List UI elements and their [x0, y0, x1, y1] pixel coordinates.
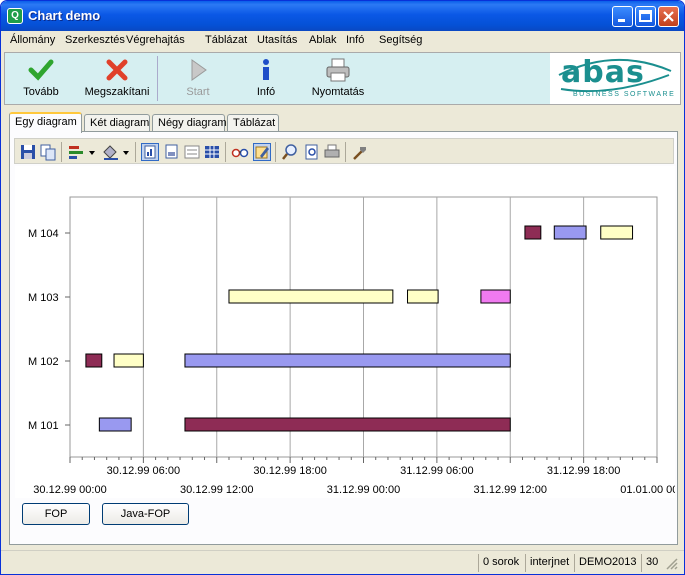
app-icon[interactable]: Q	[7, 8, 23, 24]
play-icon	[191, 59, 207, 81]
print-button[interactable]: Nyomtatás	[305, 55, 371, 102]
application-window: Q Chart demo Állomány Szerkesztés Végreh…	[0, 0, 685, 575]
glasses-icon[interactable]	[231, 143, 249, 161]
window-title: Chart demo	[28, 8, 101, 23]
separator	[135, 142, 136, 162]
x-tick-label: 31.12.99 00:00	[327, 484, 400, 496]
x-tick-label: 31.12.99 12:00	[474, 484, 547, 496]
x-tick-label: 31.12.99 18:00	[547, 465, 620, 477]
printer-icon	[326, 58, 350, 82]
abas-logo: abas BUSINESS SOFTWARE	[551, 53, 680, 104]
info-icon	[263, 59, 269, 80]
print-preview-icon[interactable]	[303, 143, 321, 161]
cross-icon	[106, 59, 128, 81]
menu-info[interactable]: Infó	[346, 34, 364, 46]
gantt-chart: M 104 M 103 M 102 M 101 30.12.99 06:00 30.12.…	[15, 166, 684, 498]
x-tick-label: 30.12.99 06:00	[107, 465, 180, 477]
title-bar[interactable]: Q Chart demo	[1, 1, 684, 31]
tab-four-charts[interactable]: Négy diagram	[152, 114, 226, 132]
status-bar: 0 sorok interjnet DEMO2013 30	[1, 550, 684, 574]
x-tick-label: 30.12.99 18:00	[253, 465, 326, 477]
minimize-button[interactable]	[612, 6, 633, 27]
gantt-bar	[184, 353, 511, 368]
chart-print-icon[interactable]	[323, 143, 341, 161]
logo-subtitle: BUSINESS SOFTWARE	[573, 91, 676, 98]
status-client: DEMO2013	[574, 554, 640, 572]
row-label: M 101	[28, 420, 59, 432]
gantt-bar	[600, 225, 634, 240]
menu-help[interactable]: Segítség	[379, 34, 422, 46]
copy-icon[interactable]	[39, 143, 57, 161]
chart-panel: M 104 M 103 M 102 M 101 30.12.99 06:00 30.12.…	[9, 131, 684, 545]
java-fop-button[interactable]: Java-FOP	[102, 503, 189, 525]
tab-one-chart[interactable]: Egy diagram	[9, 112, 82, 133]
gantt-bar	[184, 417, 511, 432]
save-icon[interactable]	[19, 143, 37, 161]
close-button[interactable]	[658, 6, 679, 27]
maximize-button[interactable]	[635, 6, 656, 27]
row-label: M 102	[28, 356, 59, 368]
x-tick-label: 31.12.99 06:00	[400, 465, 473, 477]
menu-execute[interactable]: Végrehajtás	[126, 34, 185, 46]
logo-text: abas	[561, 55, 645, 90]
chart-type-dropdown-icon[interactable]	[67, 143, 97, 161]
fill-color-dropdown-icon[interactable]	[101, 143, 131, 161]
menu-bar: Állomány Szerkesztés Végrehajtás Tábláza…	[1, 31, 684, 51]
menu-edit[interactable]: Szerkesztés	[65, 34, 125, 46]
status-source: interjnet	[525, 554, 573, 572]
resize-grip-icon[interactable]	[665, 557, 679, 574]
info-label: Infó	[256, 86, 276, 98]
toolbar-separator	[157, 56, 158, 101]
data-grid-icon[interactable]	[203, 143, 221, 161]
gantt-bar	[407, 289, 439, 304]
separator	[61, 142, 62, 162]
status-number: 30	[641, 554, 663, 572]
main-toolbar: Tovább Megszakítani Start Infó Nyomtatás	[4, 52, 681, 105]
tab-two-charts[interactable]: Két diagram	[84, 114, 150, 132]
x-tick-label: 30.12.99 00:00	[33, 484, 106, 496]
gantt-bar	[553, 225, 587, 240]
separator	[345, 142, 346, 162]
row-label: M 104	[28, 228, 59, 240]
separator	[275, 142, 276, 162]
start-label: Start	[186, 86, 210, 98]
row-label: M 103	[28, 292, 59, 304]
view-mode-1-icon[interactable]	[141, 143, 159, 161]
zoom-icon[interactable]	[281, 143, 299, 161]
info-button[interactable]: Infó	[241, 55, 291, 102]
gantt-bar	[480, 289, 511, 304]
gantt-bar	[85, 353, 103, 368]
continue-button[interactable]: Tovább	[11, 55, 71, 102]
menu-file[interactable]: Állomány	[10, 34, 55, 46]
chart-toolbar	[14, 138, 674, 164]
checkmark-icon	[28, 59, 54, 81]
x-tick-label: 01.01.00 00:00	[620, 484, 675, 496]
tab-table[interactable]: Táblázat	[227, 114, 279, 132]
gantt-bar	[98, 417, 132, 432]
edit-chart-icon[interactable]	[253, 143, 271, 161]
view-mode-2-icon[interactable]	[163, 143, 181, 161]
view-mode-3-icon[interactable]	[183, 143, 201, 161]
start-button[interactable]: Start	[170, 55, 226, 102]
menu-window[interactable]: Ablak	[309, 34, 337, 46]
gantt-svg: M 104M 103M 102M 10130.12.99 06:00 30.12.…	[28, 196, 684, 496]
x-tick-label: 30.12.99 12:00	[180, 484, 253, 496]
tools-icon[interactable]	[351, 143, 369, 161]
continue-label: Tovább	[23, 86, 59, 98]
gantt-bar	[113, 353, 144, 368]
abort-button[interactable]: Megszakítani	[77, 55, 157, 102]
fop-button[interactable]: FOP	[22, 503, 90, 525]
print-label: Nyomtatás	[311, 86, 365, 98]
menu-command[interactable]: Utasítás	[257, 34, 297, 46]
gantt-bar	[524, 225, 542, 240]
gantt-bar	[228, 289, 394, 304]
menu-table[interactable]: Táblázat	[205, 34, 247, 46]
separator	[225, 142, 226, 162]
status-rows: 0 sorok	[478, 554, 524, 572]
abort-label: Megszakítani	[84, 86, 150, 98]
